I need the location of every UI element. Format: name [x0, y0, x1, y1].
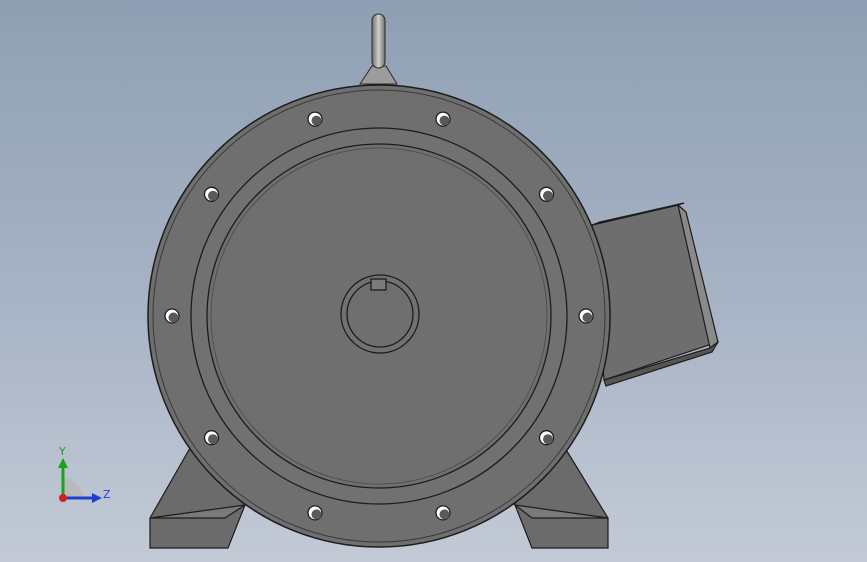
z-axis-label: Z: [103, 488, 111, 501]
bolt-hole-shadow: [311, 509, 322, 520]
bolt-hole-shadow: [543, 190, 553, 201]
bolt-hole-shadow: [208, 434, 218, 445]
lifting-eye: [359, 13, 398, 85]
bolt-hole-shadow: [311, 115, 322, 126]
x-axis-dot: [59, 494, 67, 502]
bolt-hole-shadow: [168, 312, 179, 323]
shaft-end: [340, 274, 420, 354]
y-axis-label: Y: [58, 445, 66, 458]
bolt-hole-shadow: [582, 312, 593, 323]
bolt-hole-shadow: [208, 190, 218, 201]
coordinate-triad: Y Z: [58, 445, 111, 503]
terminal-box: [591, 202, 719, 387]
bolt-hole-shadow: [543, 434, 553, 445]
bolt-hole-shadow: [439, 115, 450, 126]
bolt-hole-shadow: [439, 509, 450, 520]
motor-model[interactable]: [0, 0, 867, 562]
shaft-keyway: [370, 278, 387, 291]
graphics-viewport[interactable]: Y Z: [0, 0, 867, 562]
